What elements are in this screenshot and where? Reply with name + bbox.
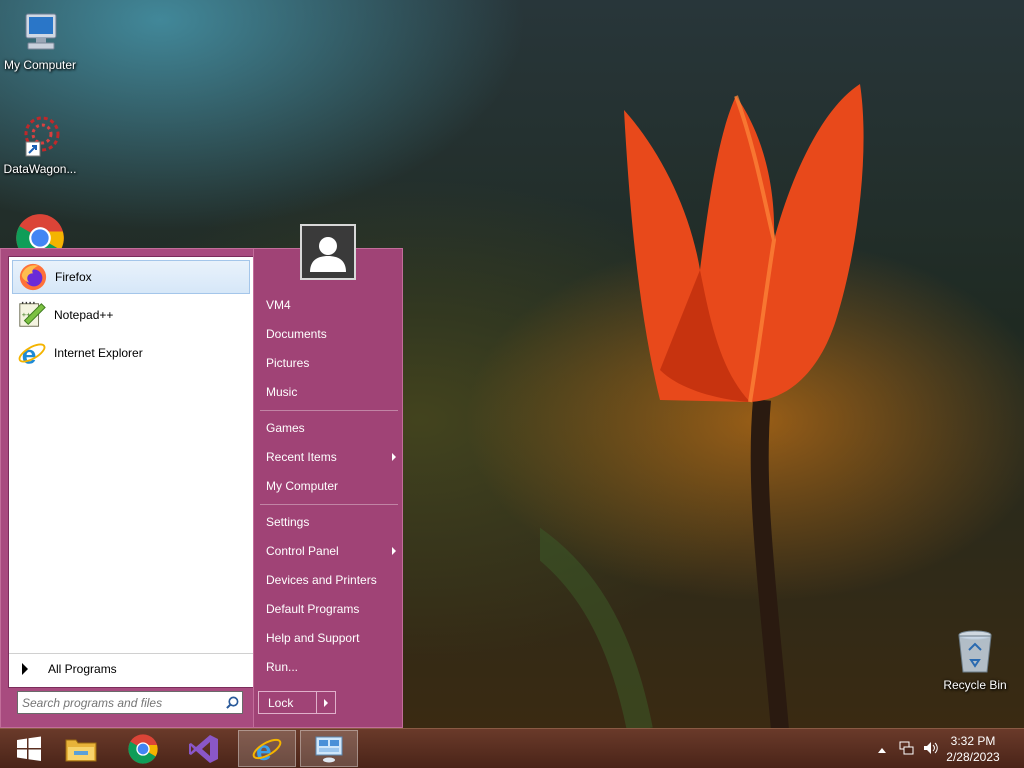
remote-desktop-icon xyxy=(315,736,343,762)
right-item-control-panel[interactable]: Control Panel xyxy=(266,540,398,562)
programs-list: Firefox ++ Notepad++ e Internet Explorer… xyxy=(8,256,254,688)
notepad-plus-plus-icon: ++ xyxy=(19,301,46,327)
expand-arrow-icon xyxy=(22,663,28,675)
user-avatar-icon xyxy=(302,226,354,278)
right-item-label: Run... xyxy=(266,660,299,674)
datawagon-icon xyxy=(24,116,60,157)
right-item-help-and-support[interactable]: Help and Support xyxy=(266,627,398,649)
taskbar-remote-desktop[interactable] xyxy=(300,730,358,767)
submenu-arrow-icon xyxy=(392,547,396,555)
system-tray xyxy=(874,729,942,768)
clock[interactable]: 3:32 PM 2/28/2023 xyxy=(938,733,1008,765)
desktop-icon-my-computer[interactable]: My Computer xyxy=(0,8,80,72)
right-item-label: Devices and Printers xyxy=(266,573,377,587)
right-item-recent-items[interactable]: Recent Items xyxy=(266,446,398,468)
file-explorer-icon xyxy=(65,739,97,761)
start-menu: Firefox ++ Notepad++ e Internet Explorer… xyxy=(0,248,403,728)
taskbar-visual-studio[interactable] xyxy=(175,730,233,767)
lock-button-group: Lock xyxy=(258,691,336,714)
right-item-my-computer[interactable]: My Computer xyxy=(266,475,398,497)
right-item-pictures[interactable]: Pictures xyxy=(266,352,398,374)
svg-text:e: e xyxy=(22,339,37,368)
right-item-label: Games xyxy=(266,421,305,435)
program-item-notepad-plus-plus[interactable]: ++ Notepad++ xyxy=(12,298,250,332)
svg-text:++: ++ xyxy=(22,310,31,319)
clock-date: 2/28/2023 xyxy=(946,750,1000,764)
program-item-internet-explorer[interactable]: e Internet Explorer xyxy=(12,336,250,370)
recycle-bin-icon xyxy=(958,630,992,673)
start-button[interactable] xyxy=(0,730,58,767)
shutdown-options-button[interactable] xyxy=(317,692,335,713)
chrome-icon xyxy=(128,733,158,764)
right-item-label: Pictures xyxy=(266,356,310,370)
submenu-arrow-icon xyxy=(392,453,396,461)
right-item-label: Music xyxy=(266,385,298,399)
taskbar-file-explorer[interactable] xyxy=(52,730,110,767)
menu-separator xyxy=(260,504,398,505)
show-hidden-icons-icon[interactable] xyxy=(874,742,890,756)
right-item-label: VM4 xyxy=(266,298,291,312)
right-item-default-programs[interactable]: Default Programs xyxy=(266,598,398,620)
desktop-icon-label: Recycle Bin xyxy=(943,678,1007,692)
program-item-firefox[interactable]: Firefox xyxy=(12,260,250,294)
right-item-vm4[interactable]: VM4 xyxy=(266,294,398,316)
search-input[interactable] xyxy=(18,695,222,710)
start-menu-right-panel: VM4 Documents Pictures Music Games Recen… xyxy=(253,248,403,728)
internet-explorer-icon: e xyxy=(252,735,282,765)
right-item-label: Help and Support xyxy=(266,631,360,645)
windows-start-icon xyxy=(17,736,41,761)
svg-text:e: e xyxy=(256,735,272,765)
taskbar-internet-explorer[interactable]: e xyxy=(238,730,296,767)
desktop-icon-recycle-bin[interactable]: Recycle Bin xyxy=(935,628,1015,692)
computer-icon xyxy=(25,13,57,50)
program-label: Internet Explorer xyxy=(54,346,143,360)
user-account-picture[interactable] xyxy=(300,224,356,280)
search-icon[interactable] xyxy=(222,696,242,709)
menu-separator xyxy=(260,410,398,411)
program-label: Notepad++ xyxy=(54,308,114,322)
taskbar-chrome[interactable] xyxy=(114,730,172,767)
right-item-music[interactable]: Music xyxy=(266,381,398,403)
right-item-games[interactable]: Games xyxy=(266,417,398,439)
right-item-label: Documents xyxy=(266,327,327,341)
right-item-settings[interactable]: Settings xyxy=(266,511,398,533)
internet-explorer-icon: e xyxy=(18,339,46,368)
start-menu-left-panel: Firefox ++ Notepad++ e Internet Explorer… xyxy=(0,248,260,728)
desktop-icon-label: DataWagon... xyxy=(3,162,77,176)
desktop-icon-label: My Computer xyxy=(3,58,77,72)
all-programs-label: All Programs xyxy=(48,662,117,676)
search-box[interactable] xyxy=(17,691,243,714)
right-item-documents[interactable]: Documents xyxy=(266,323,398,345)
lock-button[interactable]: Lock xyxy=(259,692,317,713)
right-item-label: Recent Items xyxy=(266,450,337,464)
clock-time: 3:32 PM xyxy=(950,734,996,748)
network-icon[interactable] xyxy=(896,741,918,758)
program-label: Firefox xyxy=(55,270,92,284)
wallpaper-tulip xyxy=(540,84,864,728)
right-item-label: Settings xyxy=(266,515,310,529)
firefox-icon xyxy=(19,263,47,291)
all-programs-button[interactable]: All Programs xyxy=(9,653,253,684)
taskbar: e 3:32 PM 2/28/2023 xyxy=(0,728,1024,768)
right-item-devices-and-printers[interactable]: Devices and Printers xyxy=(266,569,398,591)
desktop-icon-datawagon[interactable]: DataWagon... xyxy=(0,112,80,176)
visual-studio-icon xyxy=(189,734,218,763)
chevron-right-icon xyxy=(324,698,328,707)
right-item-label: Default Programs xyxy=(266,602,360,616)
right-item-label: My Computer xyxy=(266,479,339,493)
right-item-label: Control Panel xyxy=(266,544,339,558)
right-item-run[interactable]: Run... xyxy=(266,656,398,678)
